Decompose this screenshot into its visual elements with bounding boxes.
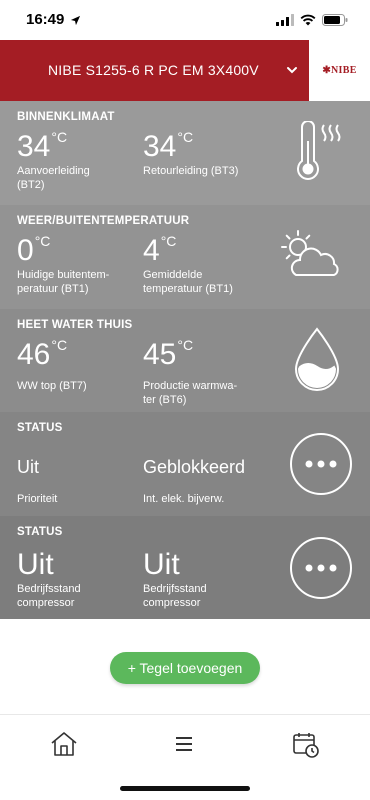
electric-heater-label: Int. elek. bijverw. (143, 493, 225, 505)
more-icon[interactable] (289, 536, 353, 605)
unit-label: °C (177, 337, 194, 353)
current-outdoor-value: 0 (17, 234, 34, 267)
priority-label: Prioriteit (17, 493, 58, 505)
unit-label: °C (51, 129, 68, 145)
hot-water-production-value: 45 (143, 338, 177, 371)
unit-label: °C (177, 129, 194, 145)
compressor-mode-status: Uit Bedrijfsstand compressor (17, 546, 137, 610)
app-screen: 16:49 NIBE S1255-6 R PC EM 3X400V ✱NIBE … (0, 0, 370, 800)
hot-water-production-reading: 45°C Productie warmwa-ter (BT6) (143, 337, 263, 407)
location-arrow-icon (70, 13, 81, 31)
tile-title: BINNENKLIMAAT (17, 111, 115, 123)
current-outdoor-label: Huidige buitentem-peratuur (BT1) (17, 269, 110, 295)
home-indicator (120, 786, 250, 791)
wifi-icon (300, 13, 316, 31)
average-outdoor-label: Gemiddelde temperatuur (BT1) (143, 269, 233, 295)
electric-heater-status: Geblokkeerd Int. elek. bijverw. (143, 442, 283, 506)
unit-label: °C (34, 233, 51, 249)
signal-icon (276, 13, 294, 31)
hot-water-top-reading: 46°C WW top (BT7) (17, 337, 137, 393)
home-icon[interactable] (50, 731, 80, 759)
compressor-mode-value: Uit (17, 548, 54, 581)
more-icon[interactable] (289, 432, 353, 501)
supply-line-reading: 34°C Aanvoerleiding (BT2) (17, 129, 137, 192)
tile-status-compressor[interactable]: STATUS Uit Bedrijfsstand compressor Uit B… (0, 516, 370, 619)
menu-icon[interactable] (174, 735, 204, 763)
priority-status: Uit Prioriteit (17, 442, 137, 506)
electric-heater-value: Geblokkeerd (143, 457, 246, 477)
battery-icon (322, 13, 348, 31)
compressor-mode-value-2: Uit (143, 548, 180, 581)
compressor-mode-label: Bedrijfsstand compressor (17, 583, 81, 609)
average-outdoor-value: 4 (143, 234, 160, 267)
hot-water-production-label: Productie warmwa-ter (BT6) (143, 380, 238, 406)
logo-text: ✱NIBE (322, 65, 357, 76)
status-time: 16:49 (26, 11, 65, 28)
return-line-reading: 34°C Retourleiding (BT3) (143, 129, 263, 178)
supply-line-value: 34 (17, 130, 51, 163)
return-line-value: 34 (143, 130, 177, 163)
tile-title: WEER/BUITENTEMPERATUUR (17, 215, 190, 227)
hot-water-top-value: 46 (17, 338, 51, 371)
nibe-logo: ✱NIBE (309, 40, 370, 101)
device-title[interactable]: NIBE S1255-6 R PC EM 3X400V (48, 40, 259, 101)
water-drop-icon (294, 327, 340, 396)
thermometer-heat-icon (294, 120, 344, 190)
supply-line-label: Aanvoerleiding (BT2) (17, 165, 90, 191)
status-bar: 16:49 (0, 0, 370, 40)
sun-cloud-icon (278, 227, 342, 288)
return-line-label: Retourleiding (BT3) (143, 165, 239, 177)
status-icons (276, 13, 348, 31)
tile-outdoor-temperature[interactable]: WEER/BUITENTEMPERATUUR 0°C Huidige buite… (0, 205, 370, 309)
chevron-down-icon[interactable] (284, 62, 300, 78)
tile-indoor-climate[interactable]: BINNENKLIMAAT 34°C Aanvoerleiding (BT2) 3… (0, 101, 370, 205)
tile-status-priority[interactable]: STATUS Uit Prioriteit Geblokkeerd Int. e… (0, 412, 370, 516)
tile-title: STATUS (17, 422, 63, 434)
unit-label: °C (51, 337, 68, 353)
compressor-mode-label-2: Bedrijfsstand compressor (143, 583, 207, 609)
priority-value: Uit (17, 457, 39, 477)
calendar-clock-icon[interactable] (292, 731, 322, 759)
tile-hot-water[interactable]: HEET WATER THUIS 46°C WW top (BT7) 45°C … (0, 309, 370, 412)
average-outdoor-reading: 4°C Gemiddelde temperatuur (BT1) (143, 233, 263, 296)
compressor-mode-status-2: Uit Bedrijfsstand compressor (143, 546, 263, 610)
unit-label: °C (160, 233, 177, 249)
tile-title: HEET WATER THUIS (17, 319, 133, 331)
device-header[interactable]: NIBE S1255-6 R PC EM 3X400V ✱NIBE (0, 40, 370, 101)
hot-water-top-label: WW top (BT7) (17, 380, 87, 392)
current-outdoor-reading: 0°C Huidige buitentem-peratuur (BT1) (17, 233, 137, 296)
bottom-nav (0, 714, 370, 800)
add-tile-button[interactable]: + Tegel toevoegen (110, 652, 260, 684)
tile-title: STATUS (17, 526, 63, 538)
